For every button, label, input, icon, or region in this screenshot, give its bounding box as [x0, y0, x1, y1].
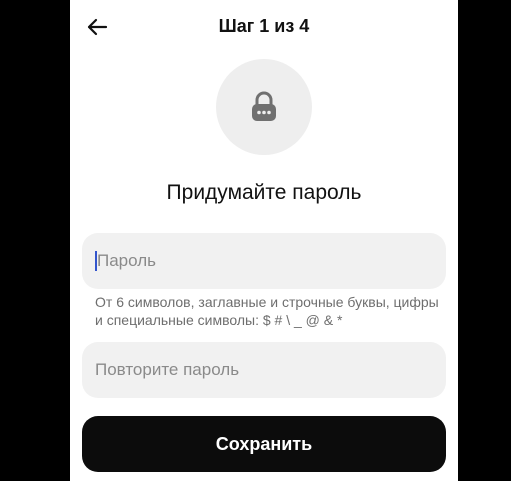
screen: Шаг 1 из 4 Придумайте пароль От 6 символ…	[70, 0, 458, 481]
password-field[interactable]	[82, 233, 446, 289]
password-hint: От 6 символов, заглавные и строчные букв…	[95, 294, 439, 328]
page-title: Придумайте пароль	[166, 181, 362, 204]
save-button[interactable]: Сохранить	[82, 416, 446, 472]
repeat-password-field[interactable]	[82, 342, 446, 398]
step-indicator: Шаг 1 из 4	[218, 16, 310, 36]
repeat-password-input[interactable]	[95, 360, 433, 380]
lock-icon	[252, 91, 276, 121]
header: Шаг 1 из 4	[70, 0, 458, 56]
lock-avatar	[216, 59, 312, 155]
password-input[interactable]	[97, 251, 433, 271]
